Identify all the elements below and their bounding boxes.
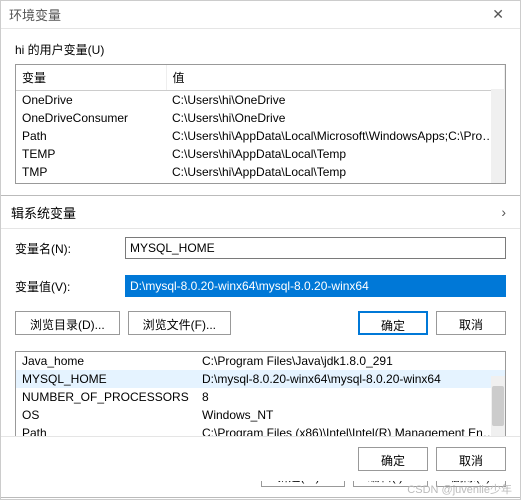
- window-title: 环境变量: [9, 5, 61, 24]
- table-row[interactable]: MYSQL_HOMED:\mysql-8.0.20-winx64\mysql-8…: [16, 370, 505, 388]
- browse-file-button[interactable]: 浏览文件(F)...: [128, 311, 231, 335]
- var-value-row: 变量值(V):: [1, 267, 520, 305]
- table-row[interactable]: NUMBER_OF_PROCESSORS8: [16, 388, 505, 406]
- scrollbar[interactable]: [491, 89, 505, 183]
- edit-dialog-buttons: 浏览目录(D)... 浏览文件(F)... 确定 取消: [1, 305, 520, 345]
- close-icon[interactable]: ✕: [484, 4, 512, 25]
- var-name-row: 变量名(N):: [1, 229, 520, 267]
- table-row[interactable]: PathC:\Users\hi\AppData\Local\Microsoft\…: [16, 127, 505, 145]
- table-row[interactable]: OneDriveConsumerC:\Users\hi\OneDrive: [16, 109, 505, 127]
- env-vars-window: 环境变量 ✕ hi 的用户变量(U) 变量 值 OneDriveC:\Users…: [0, 0, 521, 500]
- edit-ok-button[interactable]: 确定: [358, 311, 428, 335]
- table-row[interactable]: TMPC:\Users\hi\AppData\Local\Temp: [16, 163, 505, 181]
- cancel-button[interactable]: 取消: [436, 447, 506, 471]
- user-vars-table[interactable]: 变量 值 OneDriveC:\Users\hi\OneDrive OneDri…: [16, 65, 505, 181]
- var-name-label: 变量名(N):: [15, 240, 125, 257]
- scroll-thumb[interactable]: [492, 386, 504, 426]
- var-name-input[interactable]: [125, 237, 506, 259]
- col-value[interactable]: 值: [166, 65, 505, 91]
- ok-button[interactable]: 确定: [358, 447, 428, 471]
- chevron-right-icon[interactable]: ›: [497, 202, 510, 222]
- table-row[interactable]: Java_homeC:\Program Files\Java\jdk1.8.0_…: [16, 352, 505, 370]
- table-row[interactable]: OneDriveC:\Users\hi\OneDrive: [16, 91, 505, 110]
- table-row[interactable]: TEMPC:\Users\hi\AppData\Local\Temp: [16, 145, 505, 163]
- col-name[interactable]: 变量: [16, 65, 166, 91]
- browse-dir-button[interactable]: 浏览目录(D)...: [15, 311, 120, 335]
- user-vars-label: hi 的用户变量(U): [1, 29, 520, 64]
- watermark: CSDN @juvenile少年: [407, 481, 512, 497]
- table-row[interactable]: OSWindows_NT: [16, 406, 505, 424]
- edit-dialog-head: 辑系统变量 ›: [1, 196, 520, 229]
- user-vars-table-wrap: 变量 值 OneDriveC:\Users\hi\OneDrive OneDri…: [15, 64, 506, 184]
- window-buttons: 确定 取消: [1, 436, 520, 481]
- edit-cancel-button[interactable]: 取消: [436, 311, 506, 335]
- titlebar: 环境变量 ✕: [1, 1, 520, 29]
- edit-dialog-title: 辑系统变量: [11, 203, 76, 222]
- var-value-input[interactable]: [125, 275, 506, 297]
- var-value-label: 变量值(V):: [15, 278, 125, 295]
